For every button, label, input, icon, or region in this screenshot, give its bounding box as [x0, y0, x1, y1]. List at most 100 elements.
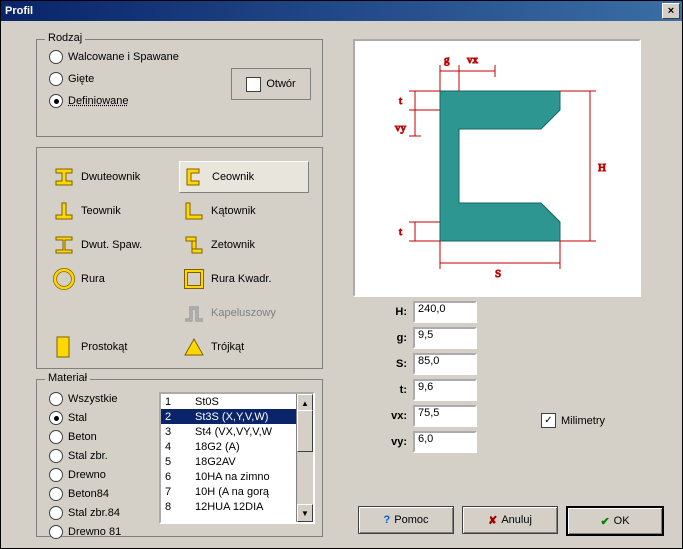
t-beam-icon	[53, 200, 75, 222]
dim-input-t[interactable]: 9,6	[413, 379, 477, 401]
list-item[interactable]: 3St4 (VX,VY,V,W	[161, 424, 313, 439]
shape-teownik[interactable]: Teownik	[49, 196, 179, 226]
ok-button[interactable]: ✔ OK	[566, 506, 664, 536]
radio-definiowane[interactable]: Definiowane	[49, 94, 179, 108]
shape-label: Kapeluszowy	[211, 307, 276, 319]
list-item[interactable]: 610HA na zimno	[161, 469, 313, 484]
radio-stal-zbr84[interactable]: Stal zbr.84	[49, 506, 121, 520]
window-title: Profil	[5, 5, 662, 17]
shape-label: Prostokąt	[81, 341, 127, 353]
rodzaj-group: Rodzaj Walcowane i Spawane Gięte Definio…	[36, 39, 323, 137]
shape-ceownik[interactable]: Ceownik	[179, 161, 309, 193]
dim-label: vx:	[369, 410, 407, 422]
material-legend: Materiał	[45, 372, 90, 384]
checkbox-milimetry[interactable]: ✓ Milimetry	[541, 413, 605, 428]
material-group: Materiał Wszystkie Stal Beton Stal zbr. …	[36, 379, 323, 537]
radio-icon	[49, 430, 63, 444]
dim-label: t	[399, 226, 402, 238]
shape-label: Zetownik	[211, 239, 255, 251]
shape-label: Dwuteownik	[81, 171, 140, 183]
titlebar: Profil ×	[1, 1, 682, 21]
radio-label: Beton	[68, 431, 97, 443]
dim-label: S:	[369, 358, 407, 370]
scroll-thumb[interactable]	[297, 410, 313, 452]
radio-beton84[interactable]: Beton84	[49, 487, 121, 501]
radio-icon	[49, 487, 63, 501]
shape-kapeluszowy: Kapeluszowy	[179, 298, 309, 328]
list-item[interactable]: 518G2AV	[161, 454, 313, 469]
radio-walcowane[interactable]: Walcowane i Spawane	[49, 50, 179, 64]
radio-drewno81[interactable]: Drewno 81	[49, 525, 121, 539]
checkbox-otwor[interactable]: Otwór	[231, 68, 311, 100]
radio-label: Stal zbr.	[68, 450, 108, 462]
shape-label: Teownik	[81, 205, 121, 217]
radio-label: Definiowane	[68, 95, 129, 107]
radio-icon	[49, 506, 63, 520]
shape-katownik[interactable]: Kątownik	[179, 196, 309, 226]
scroll-down-icon[interactable]: ▼	[297, 504, 313, 522]
check-icon: ✔	[600, 515, 609, 528]
shape-rura[interactable]: Rura	[49, 264, 179, 294]
radio-label: Drewno 81	[68, 526, 121, 538]
button-label: Pomoc	[394, 514, 428, 526]
radio-icon	[49, 392, 63, 406]
shape-trojkat[interactable]: Trójkąt	[179, 332, 309, 362]
scrollbar[interactable]: ▲ ▼	[296, 394, 313, 522]
rodzaj-legend: Rodzaj	[45, 32, 85, 44]
help-button[interactable]: ? Pomoc	[358, 506, 454, 534]
shape-dwut-spaw[interactable]: Dwut. Spaw.	[49, 230, 179, 260]
dim-label: g	[444, 54, 450, 66]
shape-prostokat[interactable]: Prostokąt	[49, 332, 179, 362]
radio-label: Wszystkie	[68, 393, 118, 405]
checkbox-icon	[246, 77, 261, 92]
shape-label: Dwut. Spaw.	[81, 239, 142, 251]
dim-label: vy	[395, 122, 407, 134]
radio-beton[interactable]: Beton	[49, 430, 121, 444]
welded-i-icon	[53, 234, 75, 256]
shapes-group: Dwuteownik Ceownik Teownik	[36, 147, 323, 369]
dim-input-vx[interactable]: 75,5	[413, 405, 477, 427]
shape-blank	[49, 298, 179, 328]
dim-label: g:	[369, 332, 407, 344]
cancel-button[interactable]: ✘ Anuluj	[462, 506, 558, 534]
shape-grid: Dwuteownik Ceownik Teownik	[49, 160, 309, 364]
material-listbox[interactable]: 1St0S 2St3S (X,Y,V,W) 3St4 (VX,VY,V,W 41…	[159, 392, 315, 524]
radio-icon	[49, 449, 63, 463]
shape-dwuteownik[interactable]: Dwuteownik	[49, 162, 179, 192]
radio-stal[interactable]: Stal	[49, 411, 121, 425]
shape-zetownik[interactable]: Zetownik	[179, 230, 309, 260]
radio-label: Drewno	[68, 469, 106, 481]
close-button[interactable]: ×	[662, 3, 680, 19]
radio-stal-zbr[interactable]: Stal zbr.	[49, 449, 121, 463]
shape-rura-kwadr[interactable]: Rura Kwadr.	[179, 264, 309, 294]
close-icon: ×	[668, 5, 674, 17]
list-item[interactable]: 2St3S (X,Y,V,W)	[161, 409, 313, 424]
checkbox-label: Milimetry	[561, 415, 605, 427]
shape-label: Rura Kwadr.	[211, 273, 272, 285]
shape-label: Trójkąt	[211, 341, 244, 353]
list-item[interactable]: 812HUA 12DIA	[161, 499, 313, 514]
z-beam-icon	[183, 234, 205, 256]
dim-input-h[interactable]: 240,0	[413, 301, 477, 323]
radio-giete[interactable]: Gięte	[49, 72, 179, 86]
rectangle-icon	[53, 336, 75, 358]
hat-channel-icon	[183, 302, 205, 324]
radio-icon	[49, 411, 63, 425]
list-item[interactable]: 710H (A na gorą	[161, 484, 313, 499]
dim-label: vy:	[369, 436, 407, 448]
radio-wszystkie[interactable]: Wszystkie	[49, 392, 121, 406]
radio-icon	[49, 525, 63, 539]
shape-label: Kątownik	[211, 205, 256, 217]
dim-label: t	[399, 95, 402, 107]
radio-label: Stal	[68, 412, 87, 424]
dim-input-vy[interactable]: 6,0	[413, 431, 477, 453]
dim-label: vx	[467, 54, 479, 66]
list-item[interactable]: 418G2 (A)	[161, 439, 313, 454]
dim-input-s[interactable]: 85,0	[413, 353, 477, 375]
radio-label: Gięte	[68, 73, 94, 85]
button-label: OK	[614, 515, 630, 527]
radio-drewno[interactable]: Drewno	[49, 468, 121, 482]
dim-input-g[interactable]: 9,5	[413, 327, 477, 349]
list-item[interactable]: 1St0S	[161, 394, 313, 409]
radio-icon	[49, 72, 63, 86]
